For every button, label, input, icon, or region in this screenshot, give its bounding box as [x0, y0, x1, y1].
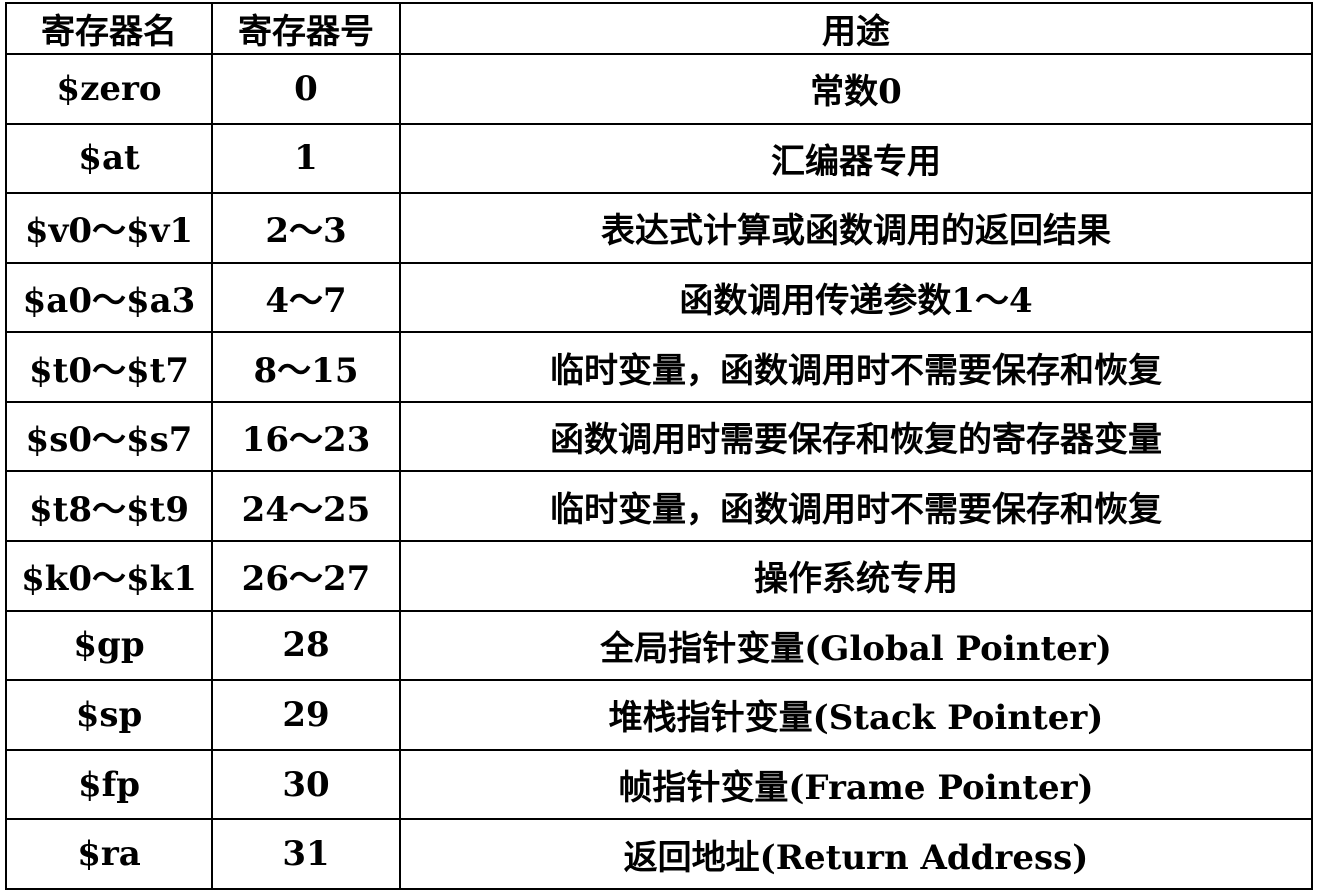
register-number-cell: 0	[211, 53, 401, 125]
usage-cell: 函数调用时需要保存和恢复的寄存器变量	[399, 400, 1313, 473]
register-number-cell: 4～7	[211, 261, 401, 334]
usage-cell: 常数0	[399, 53, 1313, 125]
table-row: $t8～$t9 24～25 临时变量，函数调用时不需要保存和恢复	[5, 470, 1313, 543]
register-name-cell: $a0～$a3	[5, 261, 213, 334]
usage-cell: 操作系统专用	[399, 540, 1313, 612]
register-name-cell: $gp	[5, 609, 213, 682]
register-name-cell: $at	[5, 122, 213, 195]
usage-cell: 帧指针变量(Frame Pointer)	[399, 748, 1313, 821]
register-number-cell: 29	[211, 679, 401, 751]
register-number-cell: 31	[211, 818, 401, 890]
table-row: $ra 31 返回地址(Return Address)	[5, 818, 1313, 890]
table-row: $gp 28 全局指针变量(Global Pointer)	[5, 609, 1313, 682]
register-name-cell: $v0～$v1	[5, 192, 213, 264]
register-number-cell: 26～27	[211, 540, 401, 612]
register-name-cell: $t8～$t9	[5, 470, 213, 543]
table-row: $a0～$a3 4～7 函数调用传递参数1～4	[5, 261, 1313, 334]
table-row: $t0～$t7 8～15 临时变量，函数调用时不需要保存和恢复	[5, 331, 1313, 403]
register-name-cell: $t0～$t7	[5, 331, 213, 403]
usage-cell: 表达式计算或函数调用的返回结果	[399, 192, 1313, 264]
table-row: $at 1 汇编器专用	[5, 122, 1313, 195]
usage-cell: 函数调用传递参数1～4	[399, 261, 1313, 334]
table-row: $sp 29 堆栈指针变量(Stack Pointer)	[5, 679, 1313, 751]
register-number-cell: 16～23	[211, 400, 401, 473]
register-number-cell: 28	[211, 609, 401, 682]
table-row: $k0～$k1 26～27 操作系统专用	[5, 540, 1313, 612]
register-name-cell: $s0～$s7	[5, 400, 213, 473]
header-usage: 用途	[399, 2, 1313, 55]
header-register-number: 寄存器号	[211, 2, 401, 55]
usage-cell: 全局指针变量(Global Pointer)	[399, 609, 1313, 682]
table-header-row: 寄存器名 寄存器号 用途	[5, 2, 1313, 55]
register-number-cell: 2～3	[211, 192, 401, 264]
usage-cell: 临时变量，函数调用时不需要保存和恢复	[399, 470, 1313, 543]
usage-cell: 堆栈指针变量(Stack Pointer)	[399, 679, 1313, 751]
table-row: $zero 0 常数0	[5, 53, 1313, 125]
register-name-cell: $sp	[5, 679, 213, 751]
usage-cell: 汇编器专用	[399, 122, 1313, 195]
register-number-cell: 8～15	[211, 331, 401, 403]
table-row: $s0～$s7 16～23 函数调用时需要保存和恢复的寄存器变量	[5, 400, 1313, 473]
usage-cell: 返回地址(Return Address)	[399, 818, 1313, 890]
usage-cell: 临时变量，函数调用时不需要保存和恢复	[399, 331, 1313, 403]
register-name-cell: $zero	[5, 53, 213, 125]
register-table: 寄存器名 寄存器号 用途 $zero 0 常数0 $at 1 汇编器专用 $v0～$v1 2～…	[5, 2, 1313, 890]
register-name-cell: $ra	[5, 818, 213, 890]
register-name-cell: $k0～$k1	[5, 540, 213, 612]
register-number-cell: 1	[211, 122, 401, 195]
register-number-cell: 24～25	[211, 470, 401, 543]
table-row: $fp 30 帧指针变量(Frame Pointer)	[5, 748, 1313, 821]
register-number-cell: 30	[211, 748, 401, 821]
header-register-name: 寄存器名	[5, 2, 213, 55]
table-row: $v0～$v1 2～3 表达式计算或函数调用的返回结果	[5, 192, 1313, 264]
register-name-cell: $fp	[5, 748, 213, 821]
